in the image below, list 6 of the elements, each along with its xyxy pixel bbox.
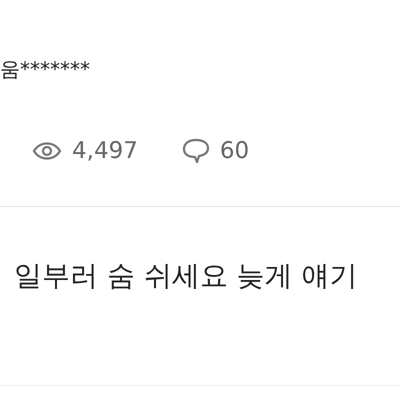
author-name: 움******* — [0, 56, 90, 83]
view-count: 4,497 — [72, 138, 138, 164]
comment-count: 60 — [220, 138, 250, 164]
eye-icon — [32, 141, 62, 161]
speech-bubble-icon — [182, 138, 210, 164]
comment-text: 일부러 숨 쉬세요 늦게 얘기 — [14, 259, 358, 292]
